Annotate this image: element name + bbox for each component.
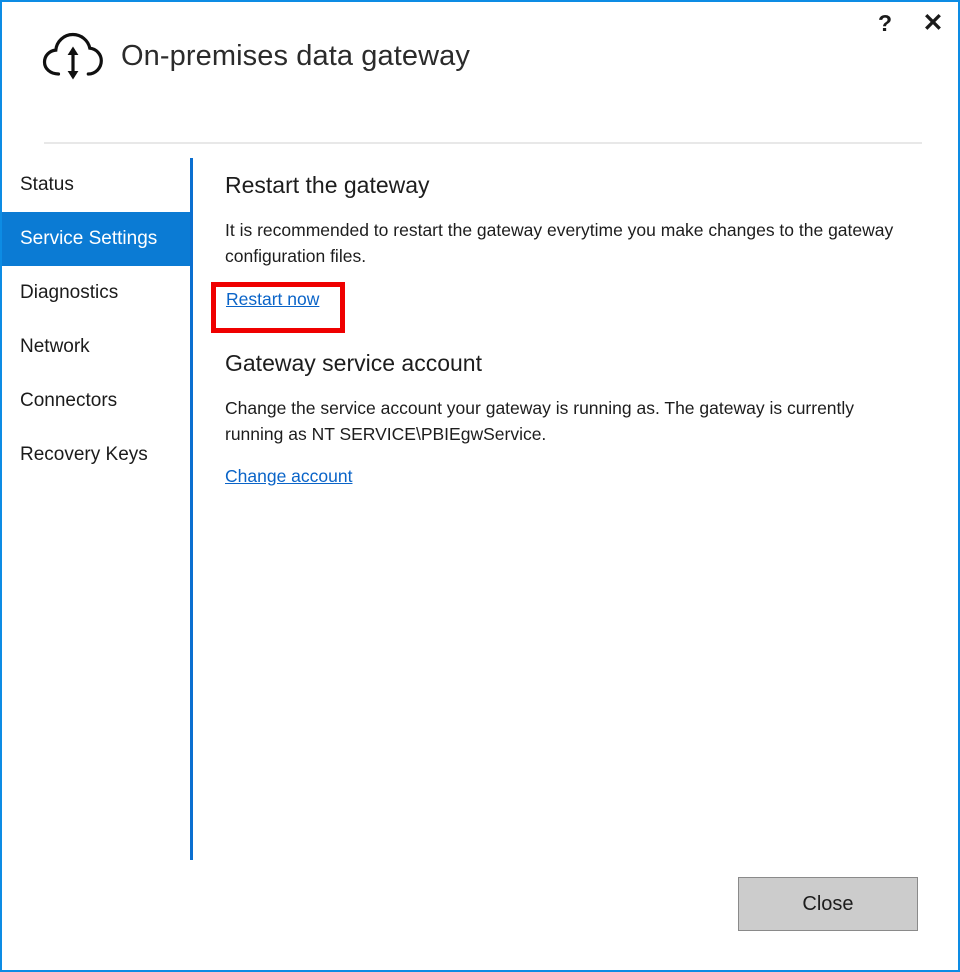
page-title: On-premises data gateway [121,40,470,73]
account-section-heading: Gateway service account [225,348,925,378]
sidebar-item-network[interactable]: Network [2,320,190,374]
sidebar-item-label: Recovery Keys [20,444,148,466]
restart-section-heading: Restart the gateway [225,170,925,200]
close-icon[interactable]: ✕ [918,8,948,38]
sidebar-item-connectors[interactable]: Connectors [2,374,190,428]
sidebar-item-service-settings[interactable]: Service Settings [2,212,190,266]
restart-now-link[interactable]: Restart now [226,289,319,310]
app-header: On-premises data gateway [42,30,470,82]
cloud-updown-arrow-icon [42,30,104,82]
sidebar: Status Service Settings Diagnostics Netw… [2,158,190,482]
sidebar-item-label: Network [20,336,90,358]
sidebar-item-label: Diagnostics [20,282,118,304]
restart-section-body: It is recommended to restart the gateway… [225,217,917,269]
sidebar-item-recovery-keys[interactable]: Recovery Keys [2,428,190,482]
sidebar-item-label: Connectors [20,390,117,412]
header-divider [44,142,922,144]
gateway-window: ? ✕ On-premises data gateway Status Serv… [0,0,960,972]
sidebar-item-status[interactable]: Status [2,158,190,212]
main-content: Restart the gateway It is recommended to… [225,170,925,269]
restart-gateway-section: Restart the gateway It is recommended to… [225,170,925,269]
sidebar-divider [190,158,193,860]
change-account-link[interactable]: Change account [225,466,352,487]
gateway-service-account-section: Gateway service account Change the servi… [225,348,925,487]
sidebar-item-label: Service Settings [20,228,157,250]
sidebar-item-diagnostics[interactable]: Diagnostics [2,266,190,320]
help-icon[interactable]: ? [870,8,900,38]
sidebar-item-label: Status [20,174,74,196]
account-section-body: Change the service account your gateway … [225,395,917,447]
close-button[interactable]: Close [738,877,918,931]
titlebar-controls: ? ✕ [870,8,948,38]
